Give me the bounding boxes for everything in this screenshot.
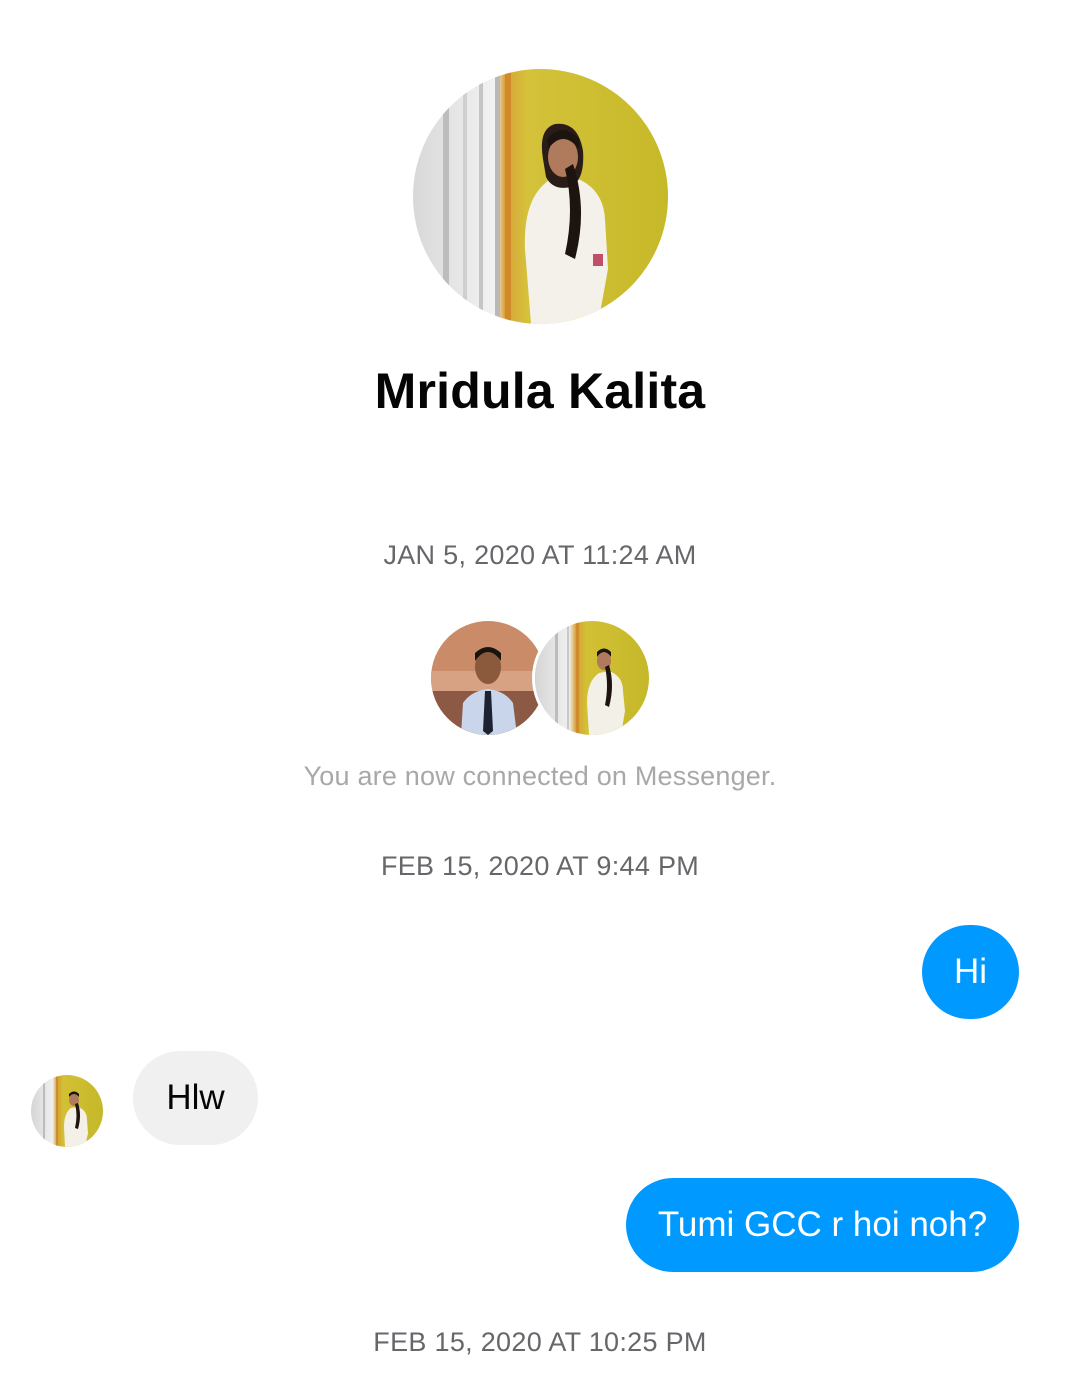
contact-message-avatar[interactable] xyxy=(31,1075,103,1147)
outgoing-message[interactable]: Tumi GCC r hoi noh? xyxy=(626,1178,1019,1272)
timestamp: JAN 5, 2020 AT 11:24 AM xyxy=(383,540,697,570)
incoming-message[interactable]: Hlw xyxy=(133,1051,258,1145)
contact-avatar[interactable] xyxy=(413,69,668,324)
contact-name: Mridula Kalita xyxy=(374,363,706,419)
connected-note: You are now connected on Messenger. xyxy=(303,761,777,791)
timestamp: FEB 15, 2020 AT 9:44 PM xyxy=(380,851,700,881)
contact-avatar-small xyxy=(532,618,652,738)
self-avatar xyxy=(428,618,548,738)
timestamp: FEB 15, 2020 AT 10:25 PM xyxy=(373,1327,707,1357)
outgoing-message[interactable]: Hi xyxy=(922,925,1019,1019)
